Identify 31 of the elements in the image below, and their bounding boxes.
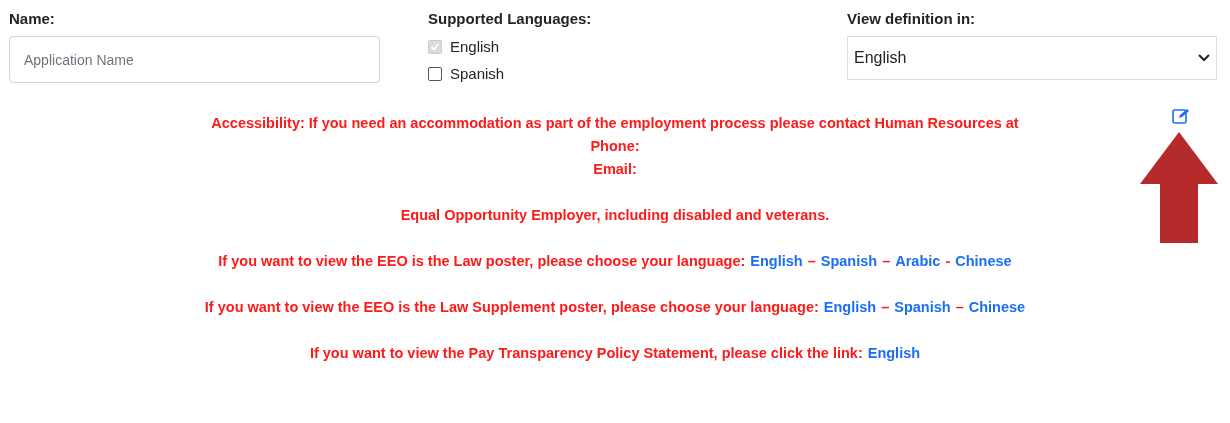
notice-text: Phone: bbox=[590, 137, 640, 156]
notice-text: Equal Opportunity Employer, including disabled and veterans. bbox=[400, 206, 830, 225]
name-input[interactable]: Application Name bbox=[9, 36, 380, 83]
checkbox[interactable] bbox=[428, 66, 442, 81]
language-link[interactable]: Chinese bbox=[968, 296, 1026, 319]
separator: - bbox=[945, 252, 951, 271]
language-link[interactable]: English bbox=[750, 250, 803, 273]
language-link[interactable]: Chinese bbox=[955, 250, 1012, 273]
separator: – bbox=[955, 298, 964, 317]
language-link[interactable]: English bbox=[823, 296, 877, 319]
field-label: Supported Languages: bbox=[428, 9, 593, 29]
field-label: Name: bbox=[9, 9, 56, 29]
separator: – bbox=[882, 252, 891, 271]
language-link[interactable]: Spanish bbox=[820, 250, 878, 273]
language-link[interactable]: Spanish bbox=[894, 296, 951, 319]
notice-text: Accessibility: If you need an accommodation as part of the employment process please contact Human Resources at bbox=[211, 114, 1019, 133]
checkbox-label: English bbox=[450, 37, 500, 57]
checkbox-label: Spanish bbox=[450, 63, 505, 84]
up-arrow-icon bbox=[1139, 132, 1219, 243]
edit-icon[interactable] bbox=[1172, 108, 1190, 124]
separator: – bbox=[881, 298, 890, 317]
language-link[interactable]: Arabic bbox=[895, 250, 941, 273]
chevron-down-icon bbox=[1198, 54, 1210, 62]
separator: – bbox=[807, 252, 816, 271]
language-link[interactable]: English bbox=[867, 342, 921, 365]
language-select[interactable]: English bbox=[847, 36, 1217, 80]
notice-text: If you want to view the EEO is the Law poster, please choose your language: bbox=[218, 252, 746, 271]
field-label: View definition in: bbox=[847, 9, 977, 29]
notice-text: Email: bbox=[593, 160, 637, 179]
notice-text: If you want to view the Pay Transparency Policy Statement, please click the link: bbox=[309, 344, 863, 363]
notice-text: If you want to view the EEO is the Law Supplement poster, please choose your language: bbox=[204, 298, 819, 317]
